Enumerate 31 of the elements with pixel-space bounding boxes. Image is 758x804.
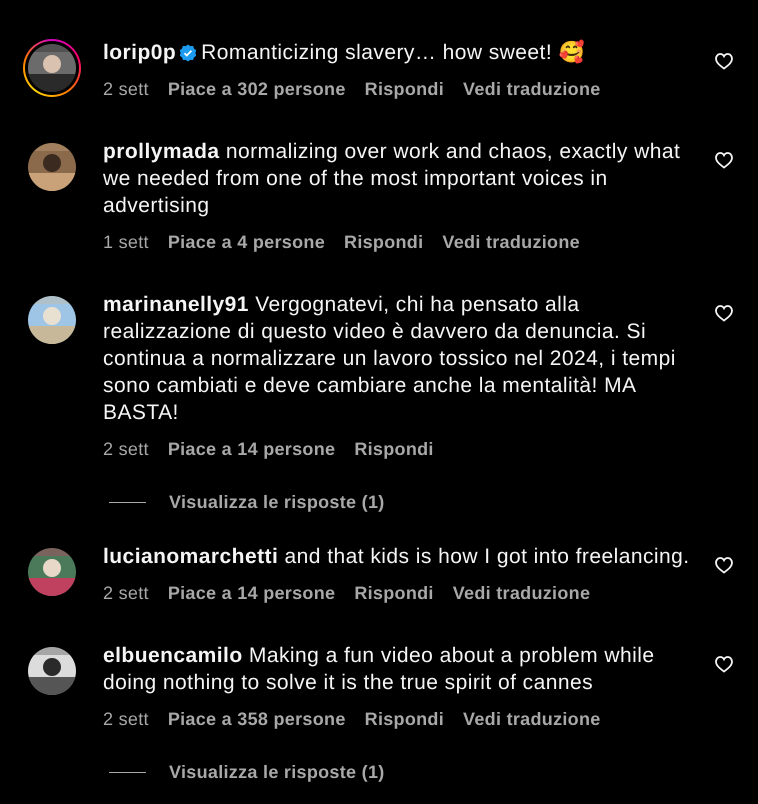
reply-link[interactable]: Rispondi [354,436,434,463]
like-heart-icon[interactable] [715,656,733,673]
view-replies-button[interactable]: Visualizza le risposte (1) [169,489,385,516]
reply-link[interactable]: Rispondi [354,580,434,607]
comment-text: prollymada normalizing over work and chaos, exactly what we needed from one of the most important voices in advertising [103,139,682,219]
comment-time: 2 sett [103,708,149,731]
view-replies-button[interactable]: Visualizza le risposte (1) [169,759,385,786]
translate-link[interactable]: Vedi traduzione [463,706,601,733]
like-heart-icon[interactable] [715,53,733,70]
comment-time: 2 sett [103,582,149,605]
likes-link[interactable]: Piace a 358 persone [168,706,346,733]
comment-text: lorip0p Romanticizing slavery… how sweet! 🥰 [103,39,586,66]
likes-link[interactable]: Piace a 14 persone [168,580,336,607]
comment-time: 1 sett [103,231,149,254]
comment-time: 2 sett [103,78,149,101]
comment-text: lucianomarchetti and that kids is how I got into freelancing. [103,544,691,570]
comment-text: marinanelly91 Vergognatevi, chi ha pensato alla realizzazione di questo video è davvero da denuncia. Si continua a normalizzare un lavoro tossico nel 2024, i tempi sono cambiati e deve cambiare anche la mentalità! MA BASTA! [103,292,677,426]
like-heart-icon[interactable] [715,152,733,169]
like-heart-icon[interactable] [715,305,733,322]
comment-text: elbuencamilo Making a fun video about a problem while doing nothing to solve it is the true spirit of cannes [103,643,656,696]
reply-link[interactable]: Rispondi [344,229,424,256]
likes-link[interactable]: Piace a 14 persone [168,436,336,463]
like-heart-icon[interactable] [715,557,733,574]
translate-link[interactable]: Vedi traduzione [452,580,590,607]
likes-link[interactable]: Piace a 302 persone [168,76,346,103]
translate-link[interactable]: Vedi traduzione [463,76,601,103]
comment-time: 2 sett [103,438,149,461]
translate-link[interactable]: Vedi traduzione [442,229,580,256]
reply-link[interactable]: Rispondi [364,706,444,733]
reply-link[interactable]: Rispondi [364,76,444,103]
likes-link[interactable]: Piace a 4 persone [168,229,326,256]
